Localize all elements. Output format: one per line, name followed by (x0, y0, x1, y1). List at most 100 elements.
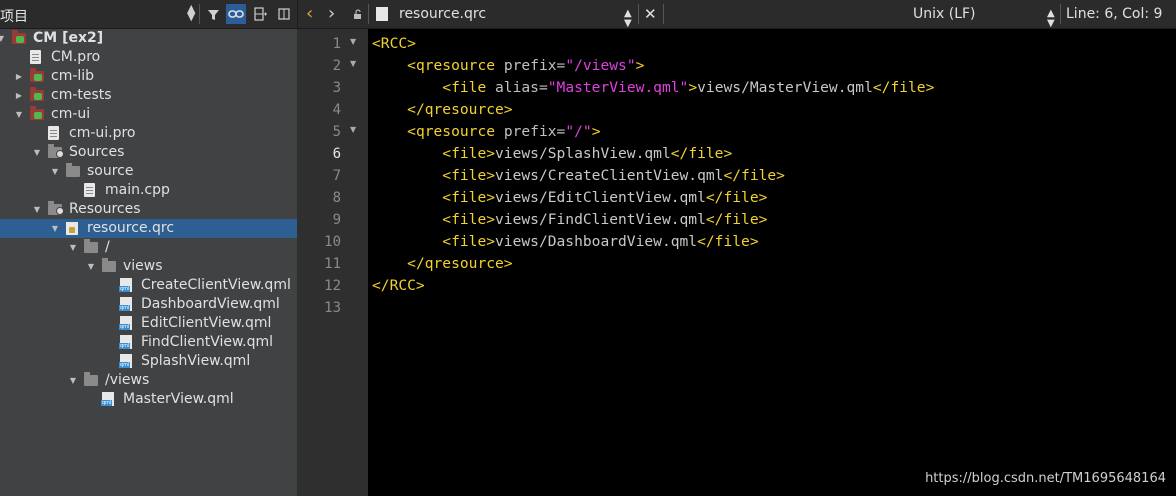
code-line[interactable]: </qresource> (372, 99, 512, 121)
project-tree: ▼ CM [ex2] CM.pro ▶ cm-lib ▶ cm-tests ▼ cm-ui cm-… (0, 29, 297, 409)
collapse-arrow-icon[interactable]: ▼ (86, 257, 96, 276)
tree-item[interactable]: cm-ui.pro (0, 124, 297, 143)
toolbar-separator (638, 4, 639, 24)
tree-item[interactable]: ▼ Sources (0, 143, 297, 162)
code-line[interactable]: </RCC> (372, 275, 425, 297)
nav-forward-icon[interactable]: › (328, 0, 335, 28)
nav-back-icon[interactable]: ‹ (306, 0, 313, 28)
tree-item[interactable]: ▼ resource.qrc (0, 219, 297, 238)
proj-icon (12, 30, 26, 44)
code-token: views/FindClientView.qml (495, 211, 706, 228)
code-token: <file> (442, 167, 496, 184)
fold-marker-icon[interactable]: ▼ (350, 31, 356, 53)
code-token: </qresource> (407, 255, 513, 272)
tree-item-label: CM.pro (51, 49, 101, 65)
collapse-arrow-icon[interactable]: ▼ (68, 238, 78, 257)
code-token: </file> (705, 211, 768, 228)
collapse-arrow-icon[interactable]: ▼ (32, 200, 42, 219)
tree-item-label: EditClientView.qml (141, 315, 272, 331)
proj-icon (30, 106, 44, 120)
code-token: alias= (486, 79, 548, 96)
code-line[interactable]: <file>views/DashboardView.qml</file> (372, 231, 758, 253)
cursor-position[interactable]: Line: 6, Col: 9 (1066, 0, 1162, 28)
tree-item-label: cm-ui.pro (69, 125, 136, 141)
fold-marker-icon[interactable]: ▼ (350, 53, 356, 75)
line-ending-selector[interactable]: Unix (LF) (913, 0, 976, 28)
line-number-gutter[interactable]: 1 2 3 4 5 6 7 8 9 10 11 12 13 ▼ ▼ ▼ (297, 29, 368, 496)
code-token: views/EditClientView.qml (495, 189, 706, 206)
filter-icon[interactable] (203, 4, 223, 24)
expand-arrow-icon[interactable]: ▶ (14, 67, 24, 86)
tree-item[interactable]: CM.pro (0, 48, 297, 67)
tree-item[interactable]: ▶ cm-tests (0, 86, 297, 105)
tree-item[interactable]: ▼ /views (0, 371, 297, 390)
line-number: 9 (332, 212, 341, 228)
tree-item-label: / (105, 239, 110, 255)
line-number: 3 (332, 80, 341, 96)
line-number: 10 (324, 234, 341, 250)
tree-item[interactable]: DashboardView.qml (0, 295, 297, 314)
collapse-arrow-icon[interactable]: ▼ (50, 219, 60, 238)
code-line[interactable]: <qresource prefix="/views"> (372, 55, 644, 77)
line-ending-updown-icon[interactable]: ▲ ▼ (1047, 9, 1055, 29)
split-icon[interactable] (251, 4, 271, 24)
file-type-icon (376, 7, 388, 21)
src-icon (48, 144, 64, 158)
tree-item[interactable]: ▶ cm-lib (0, 67, 297, 86)
code-token: views/DashboardView.qml (495, 233, 698, 250)
code-line[interactable]: <RCC> (372, 33, 416, 55)
collapse-arrow-icon[interactable]: ▼ (50, 162, 60, 181)
tree-item[interactable]: ▼ cm-ui (0, 105, 297, 124)
code-token: prefix= (495, 123, 566, 140)
collapse-arrow-icon[interactable]: ▼ (68, 371, 78, 390)
tree-item[interactable]: FindClientView.qml (0, 333, 297, 352)
code-line[interactable]: <file>views/FindClientView.qml</file> (372, 209, 767, 231)
code-line[interactable]: <file alias="MasterView.qml">views/Maste… (372, 77, 934, 99)
expand-arrow-icon[interactable]: ▶ (14, 86, 24, 105)
fold-marker-icon[interactable]: ▼ (350, 119, 356, 141)
tree-item-label: CreateClientView.qml (141, 277, 291, 293)
tree-item[interactable]: main.cpp (0, 181, 297, 200)
code-token: <file> (442, 233, 496, 250)
view-selector-updown-icon[interactable]: ▲ ▼ (187, 3, 195, 22)
close-panel-icon[interactable] (274, 4, 294, 24)
link-editor-icon[interactable] (226, 4, 246, 24)
folder-icon (84, 239, 98, 253)
code-token: <RCC> (372, 35, 416, 52)
tree-item[interactable]: MasterView.qml (0, 390, 297, 409)
lock-icon[interactable] (353, 0, 364, 28)
tree-item[interactable]: ▼ source (0, 162, 297, 181)
code-token: </file> (723, 167, 785, 184)
tree-item[interactable]: ▼ Resources (0, 200, 297, 219)
tree-item[interactable]: ▼ views (0, 257, 297, 276)
tree-item[interactable]: CreateClientView.qml (0, 276, 297, 295)
file-select-updown-icon[interactable]: ▲ ▼ (624, 9, 632, 29)
collapse-arrow-icon[interactable]: ▼ (32, 143, 42, 162)
tree-item[interactable]: ▼ CM [ex2] (0, 29, 297, 48)
tree-item-label: MasterView.qml (123, 391, 234, 407)
tree-item-label: SplashView.qml (141, 353, 251, 369)
code-line[interactable]: <file>views/EditClientView.qml</file> (372, 187, 767, 209)
project-toolbar: 项目 ▲ ▼ (0, 0, 297, 29)
code-editor[interactable]: <RCC> <qresource prefix="/views"> <file … (368, 29, 1176, 496)
tree-item[interactable]: SplashView.qml (0, 352, 297, 371)
close-file-icon[interactable]: ✕ (644, 0, 657, 28)
code-token: <qresource (407, 57, 496, 74)
code-line[interactable]: <qresource prefix="/"> (372, 121, 600, 143)
collapse-arrow-icon[interactable]: ▼ (14, 105, 24, 124)
tree-item[interactable]: EditClientView.qml (0, 314, 297, 333)
qml-icon (119, 316, 132, 330)
code-line[interactable]: <file>views/SplashView.qml</file> (372, 143, 732, 165)
open-file-name[interactable]: resource.qrc (399, 0, 486, 28)
collapse-arrow-icon[interactable]: ▼ (0, 29, 6, 48)
code-token: <qresource (407, 123, 496, 140)
tree-item[interactable]: ▼ / (0, 238, 297, 257)
tree-item-label: CM [ex2] (33, 30, 104, 46)
code-line[interactable]: <file>views/CreateClientView.qml</file> (372, 165, 785, 187)
code-line[interactable]: </qresource> (372, 253, 513, 275)
line-number: 12 (324, 278, 341, 294)
line-number: 7 (332, 168, 341, 184)
